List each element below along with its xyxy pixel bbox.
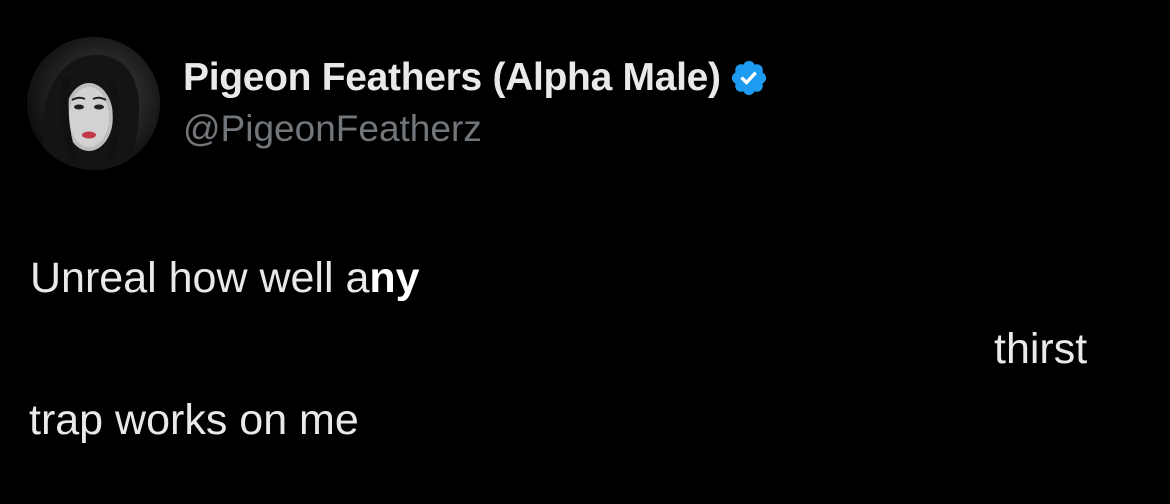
author-name-row: Pigeon Feathers (Alpha Male)	[183, 53, 769, 103]
verified-badge-icon[interactable]	[729, 58, 769, 98]
avatar[interactable]	[27, 37, 160, 170]
tweet-card[interactable]: Pigeon Feathers (Alpha Male) @PigeonFeat…	[0, 0, 1170, 504]
author-display-name[interactable]: Pigeon Feathers (Alpha Male)	[183, 56, 721, 100]
tweet-text-line-3: trap works on me	[29, 396, 359, 444]
avatar-photo-icon	[27, 37, 160, 170]
tweet-text-line-1-plain: Unreal how well a	[30, 254, 370, 302]
tweet-text-line-1: Unreal how well any	[30, 257, 420, 300]
tweet-text-line-2: thirst	[994, 325, 1088, 373]
author-handle[interactable]: @PigeonFeatherz	[183, 108, 482, 150]
tweet-text-line-1-bold: ny	[369, 254, 420, 302]
